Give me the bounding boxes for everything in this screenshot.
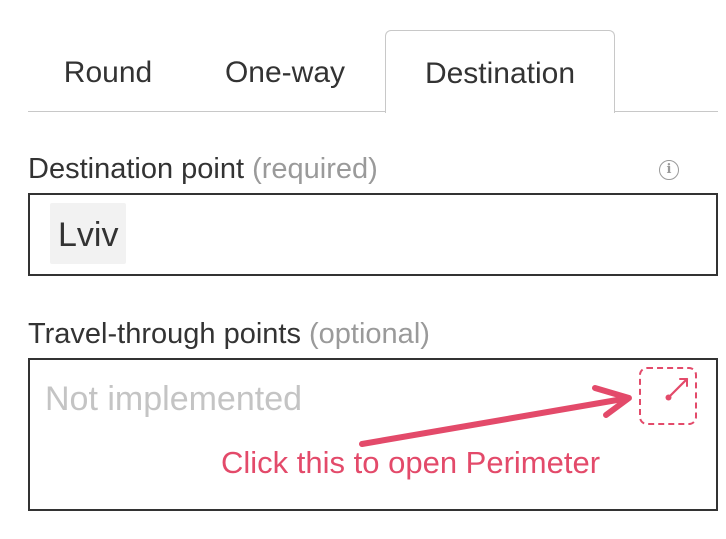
info-icon[interactable]: i [659,160,679,180]
travel-through-optional-hint: (optional) [309,318,430,350]
destination-label-text: Destination point [28,153,245,185]
destination-required-hint: (required) [252,153,378,185]
tab-one-way[interactable]: One-way [218,30,352,111]
destination-label: Destination point (required) [28,153,378,186]
trip-type-tabs: Round One-way Destination [28,30,718,113]
tab-destination[interactable]: Destination [385,30,615,113]
destination-input[interactable]: Lviv [28,193,718,276]
travel-through-input[interactable]: Not implemented [28,358,718,511]
travel-through-placeholder: Not implemented [45,380,303,418]
annotation-text: Click this to open Perimeter [221,445,601,480]
travel-through-label: Travel-through points (optional) [28,318,430,351]
booking-form: Round One-way Destination Destination po… [0,0,726,539]
tab-round[interactable]: Round [58,30,158,111]
travel-through-label-text: Travel-through points [28,318,301,350]
open-perimeter-button[interactable] [639,367,697,425]
perimeter-radius-icon [665,377,689,401]
destination-chip[interactable]: Lviv [50,203,127,264]
